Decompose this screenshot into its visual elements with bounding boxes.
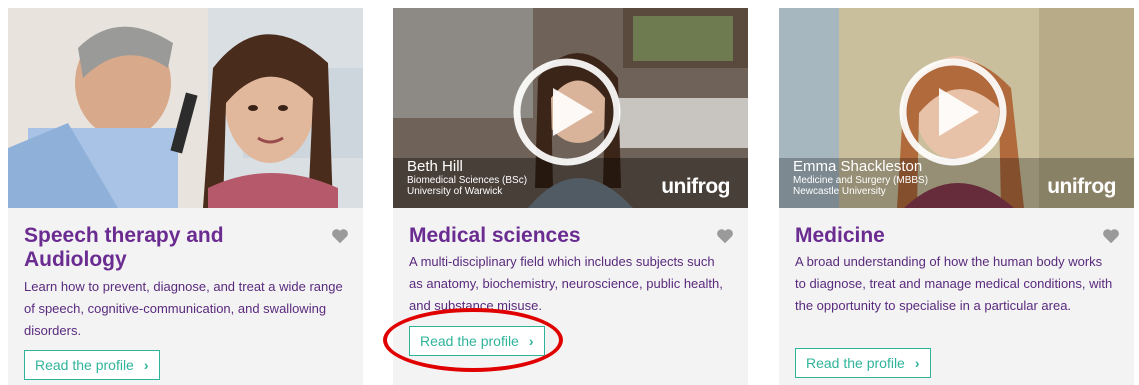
button-label: Read the profile [35,357,134,373]
card-description: Learn how to prevent, diagnose, and trea… [24,279,343,338]
card-title[interactable]: Medicine [795,224,1095,248]
card-medical-sciences: Beth Hill Biomedical Sciences (BSc) Univ… [393,8,748,385]
overlay-course: Medicine and Surgery (MBBS) [793,175,929,186]
unifrog-logo: unifrog [1047,175,1116,198]
overlay-course: Biomedical Sciences (BSc) [407,175,528,186]
button-label: Read the profile [420,333,519,349]
heart-icon[interactable] [331,228,349,244]
card-description: A broad understanding of how the human b… [795,254,1113,313]
chevron-right-icon: › [914,355,920,371]
card-speech-therapy: Speech therapy and Audiology Learn how t… [8,8,363,385]
card-video-thumbnail[interactable]: Emma Shackleston Medicine and Surgery (M… [779,8,1134,208]
overlay-university: Newcastle University [793,186,886,197]
overlay-student-name: Beth Hill [407,158,463,175]
overlay-university: University of Warwick [407,186,503,197]
card-video-thumbnail[interactable]: Beth Hill Biomedical Sciences (BSc) Univ… [393,8,748,208]
read-profile-button[interactable]: Read the profile › [795,348,931,378]
read-profile-button[interactable]: Read the profile › [409,326,545,356]
overlay-student-name: Emma Shackleston [793,158,923,175]
card-image[interactable] [8,8,363,208]
read-profile-button[interactable]: Read the profile › [24,350,160,380]
card-medicine: Emma Shackleston Medicine and Surgery (M… [779,8,1134,385]
play-icon[interactable] [511,56,623,168]
unifrog-logo: unifrog [661,175,730,198]
card-description: A multi-disciplinary field which include… [409,254,723,313]
chevron-right-icon: › [528,333,534,349]
play-icon[interactable] [897,56,1009,168]
heart-icon[interactable] [716,228,734,244]
button-label: Read the profile [806,355,905,371]
card-title[interactable]: Speech therapy and Audiology [24,224,324,272]
card-title[interactable]: Medical sciences [409,224,709,248]
chevron-right-icon: › [143,357,149,373]
heart-icon[interactable] [1102,228,1120,244]
